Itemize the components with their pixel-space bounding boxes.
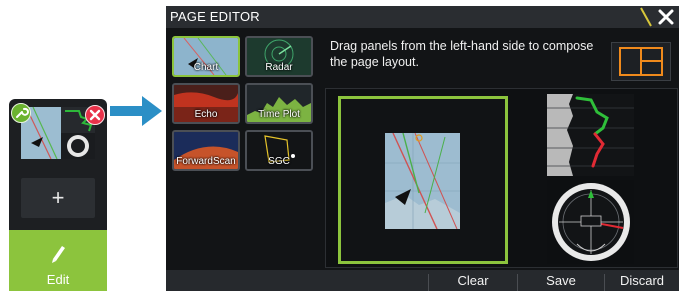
panel-tile-sgc[interactable]: SGC [245, 130, 313, 171]
discard-button[interactable]: Discard [605, 270, 679, 291]
layout-selector-icon[interactable] [611, 42, 671, 81]
add-page-button[interactable]: + [21, 178, 95, 218]
page-thumbnail[interactable] [21, 106, 95, 160]
panel-tile-time-plot[interactable]: Time Plot [245, 83, 313, 124]
device-panel: + Edit [9, 99, 107, 291]
panel-label: Time Plot [258, 109, 300, 120]
action-bar: Clear Save Discard [166, 270, 679, 291]
clear-button[interactable]: Clear [429, 270, 517, 291]
pencil-icon [52, 246, 65, 263]
title-bar: PAGE EDITOR [166, 6, 679, 28]
panel-label: Echo [194, 109, 218, 120]
wrench-icon[interactable] [11, 103, 31, 123]
drop-zone[interactable] [338, 96, 508, 264]
instructions-text: Drag panels from the left-hand side to c… [330, 39, 594, 69]
title-accent-icon [640, 7, 652, 27]
arrow-right-icon [110, 96, 162, 126]
layout-preview [325, 88, 678, 268]
close-icon[interactable] [85, 105, 105, 125]
page-editor-window: PAGE EDITOR Chart Radar Echo Time Plot F… [166, 6, 679, 291]
close-window-icon[interactable] [657, 8, 675, 26]
edit-label: Edit [46, 272, 70, 287]
panel-label: SGC [268, 156, 290, 167]
panel-label: Radar [265, 62, 293, 73]
save-button[interactable]: Save [518, 270, 604, 291]
plus-icon: + [51, 185, 65, 210]
chart-preview [385, 133, 460, 229]
panel-tile-echo[interactable]: Echo [172, 83, 240, 124]
edit-button[interactable]: Edit [9, 230, 107, 291]
window-title: PAGE EDITOR [170, 9, 260, 24]
panel-label: ForwardScan [176, 156, 236, 167]
panel-tile-radar[interactable]: Radar [245, 36, 313, 77]
panel-tile-forwardscan[interactable]: ForwardScan [172, 130, 240, 171]
panel-label: Chart [193, 62, 219, 73]
panel-tile-chart[interactable]: Chart [172, 36, 240, 77]
side-panels-preview [547, 94, 634, 264]
